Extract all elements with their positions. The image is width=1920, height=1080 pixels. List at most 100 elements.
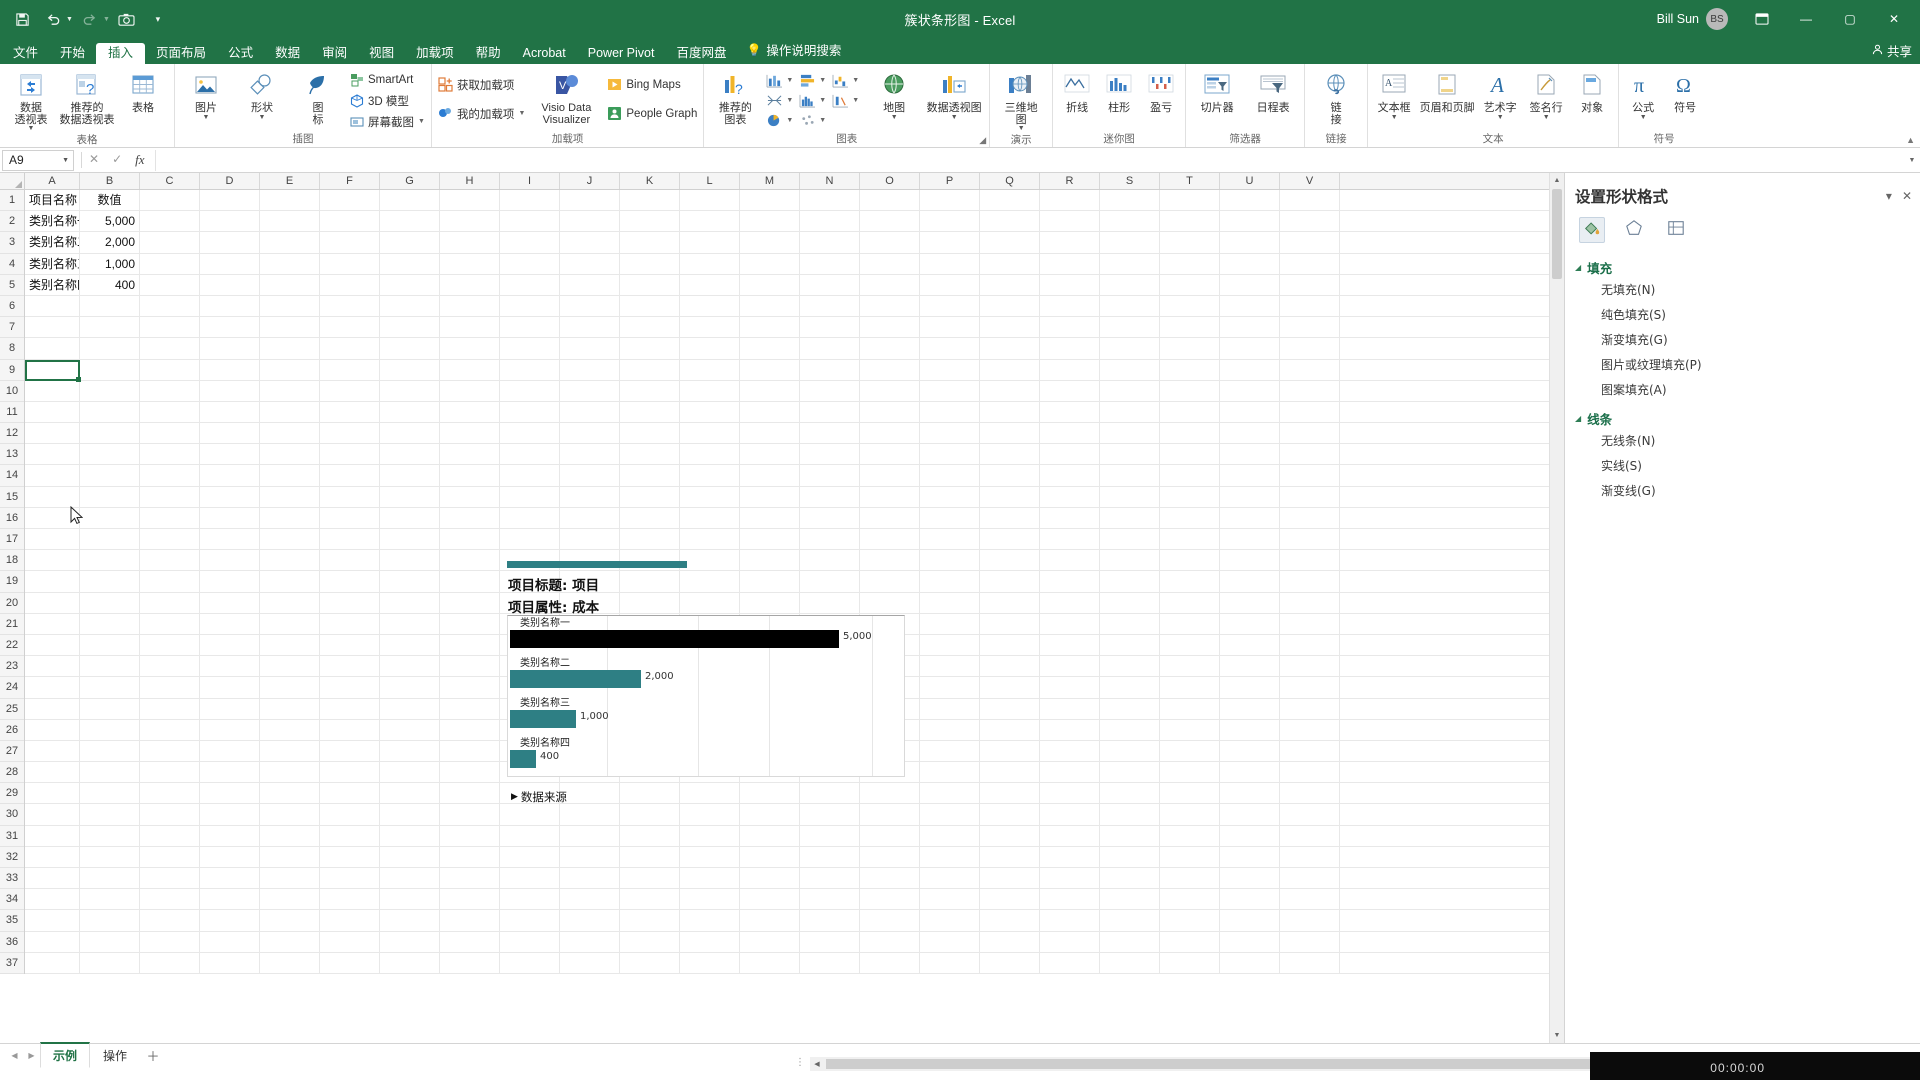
cell-U25[interactable] [1220,698,1280,719]
cell-S19[interactable] [1100,571,1160,592]
cell-O33[interactable] [860,868,920,889]
cell-L16[interactable] [680,507,740,528]
option-picture-texture-fill[interactable]: 图片或纹理填充(P) [1575,352,1920,377]
cell-A13[interactable] [25,444,80,465]
cell-A7[interactable] [25,317,80,338]
cell-O17[interactable] [860,529,920,550]
cell-A19[interactable] [25,571,80,592]
cell-A33[interactable] [25,868,80,889]
cell-Q1[interactable] [980,190,1040,211]
cell-T20[interactable] [1160,592,1220,613]
cell-S17[interactable] [1100,529,1160,550]
cell-T24[interactable] [1160,677,1220,698]
3d-map-button[interactable]: 三维地图 ▼ [994,68,1048,132]
cell-E20[interactable] [260,592,320,613]
cell-N9[interactable] [800,359,860,380]
cell-E12[interactable] [260,423,320,444]
cell-B20[interactable] [80,592,140,613]
cell-J15[interactable] [560,486,620,507]
cell-K30[interactable] [620,804,680,825]
cell-N14[interactable] [800,465,860,486]
cell-H10[interactable] [440,380,500,401]
cell-N30[interactable] [800,804,860,825]
table-row[interactable]: 项目名称 数值 [25,190,1564,212]
cell-P21[interactable] [920,613,980,634]
table-row[interactable]: 类别名称三1,000 [25,253,1564,275]
cell-S33[interactable] [1100,868,1160,889]
cell-L32[interactable] [680,846,740,867]
cell-U36[interactable] [1220,931,1280,952]
option-no-line[interactable]: 无线条(N) [1575,428,1920,453]
cell-P11[interactable] [920,401,980,423]
cell-I9[interactable] [500,359,560,380]
cell-A15[interactable] [25,486,80,507]
cell-K31[interactable] [620,825,680,846]
people-graph-button[interactable]: People Graph [607,104,697,123]
cell-P20[interactable] [920,592,980,613]
cell-U7[interactable] [1220,317,1280,338]
cell-A17[interactable] [25,529,80,550]
equation-dropdown-icon[interactable]: ▼ [1640,114,1647,121]
row-header-14[interactable]: 14 [0,465,24,487]
column-header-I[interactable]: I [500,173,560,189]
cell-U33[interactable] [1220,868,1280,889]
cell-U1[interactable] [1220,190,1280,211]
cell-A8[interactable] [25,338,80,359]
cell-B34[interactable] [80,889,140,910]
cell-K4[interactable] [620,253,680,274]
row-header-31[interactable]: 31 [0,826,24,847]
row-header-1[interactable]: 1 [0,190,24,212]
cell-M16[interactable] [740,507,800,528]
cell-C24[interactable] [140,677,200,698]
column-header-D[interactable]: D [200,173,260,189]
cell-D8[interactable] [200,338,260,359]
maps-button[interactable]: 地图 ▼ [867,68,921,121]
cell-B26[interactable] [80,719,140,740]
cell-B11[interactable] [80,401,140,423]
cell-C1[interactable] [140,190,200,211]
cell-D16[interactable] [200,507,260,528]
cell-M15[interactable] [740,486,800,507]
cell-P32[interactable] [920,846,980,867]
scroll-down-icon[interactable]: ▼ [1550,1028,1564,1043]
cell-Q23[interactable] [980,656,1040,677]
cell-J14[interactable] [560,465,620,486]
cell-F21[interactable] [320,613,380,634]
cell-R30[interactable] [1040,804,1100,825]
cell-F24[interactable] [320,677,380,698]
cell-J12[interactable] [560,423,620,444]
tab-insert[interactable]: 插入 [96,42,146,64]
cell-A21[interactable] [25,613,80,634]
cell-H5[interactable] [440,274,500,295]
cell-U29[interactable] [1220,783,1280,804]
cell-F25[interactable] [320,698,380,719]
cell-V1[interactable] [1280,190,1340,211]
cell-U4[interactable] [1220,253,1280,274]
smartart-button[interactable]: SmartArt [349,70,425,89]
cell-R18[interactable] [1040,550,1100,571]
cell-G32[interactable] [380,846,440,867]
cell-V22[interactable] [1280,634,1340,656]
cell-S21[interactable] [1100,613,1160,634]
cell-D15[interactable] [200,486,260,507]
row-header-23[interactable]: 23 [0,656,24,678]
row-header-5[interactable]: 5 [0,275,24,296]
cell-V29[interactable] [1280,783,1340,804]
waterfall-chart-dropdown-icon[interactable]: ▼ [852,77,859,84]
cell-R7[interactable] [1040,317,1100,338]
first-sheet-button[interactable]: ◀ [6,1051,23,1060]
cell-U16[interactable] [1220,507,1280,528]
cell-L2[interactable] [680,211,740,232]
cell-Q3[interactable] [980,232,1040,253]
cell-C25[interactable] [140,698,200,719]
cell-O7[interactable] [860,317,920,338]
column-header-L[interactable]: L [680,173,740,189]
cell-L36[interactable] [680,931,740,952]
table-row[interactable] [25,380,1564,402]
column-header-H[interactable]: H [440,173,500,189]
row-header-20[interactable]: 20 [0,593,24,614]
pane-options-dropdown-icon[interactable]: ▾ [1886,189,1892,203]
cell-T6[interactable] [1160,295,1220,317]
cell-C14[interactable] [140,465,200,486]
cell-U31[interactable] [1220,825,1280,846]
